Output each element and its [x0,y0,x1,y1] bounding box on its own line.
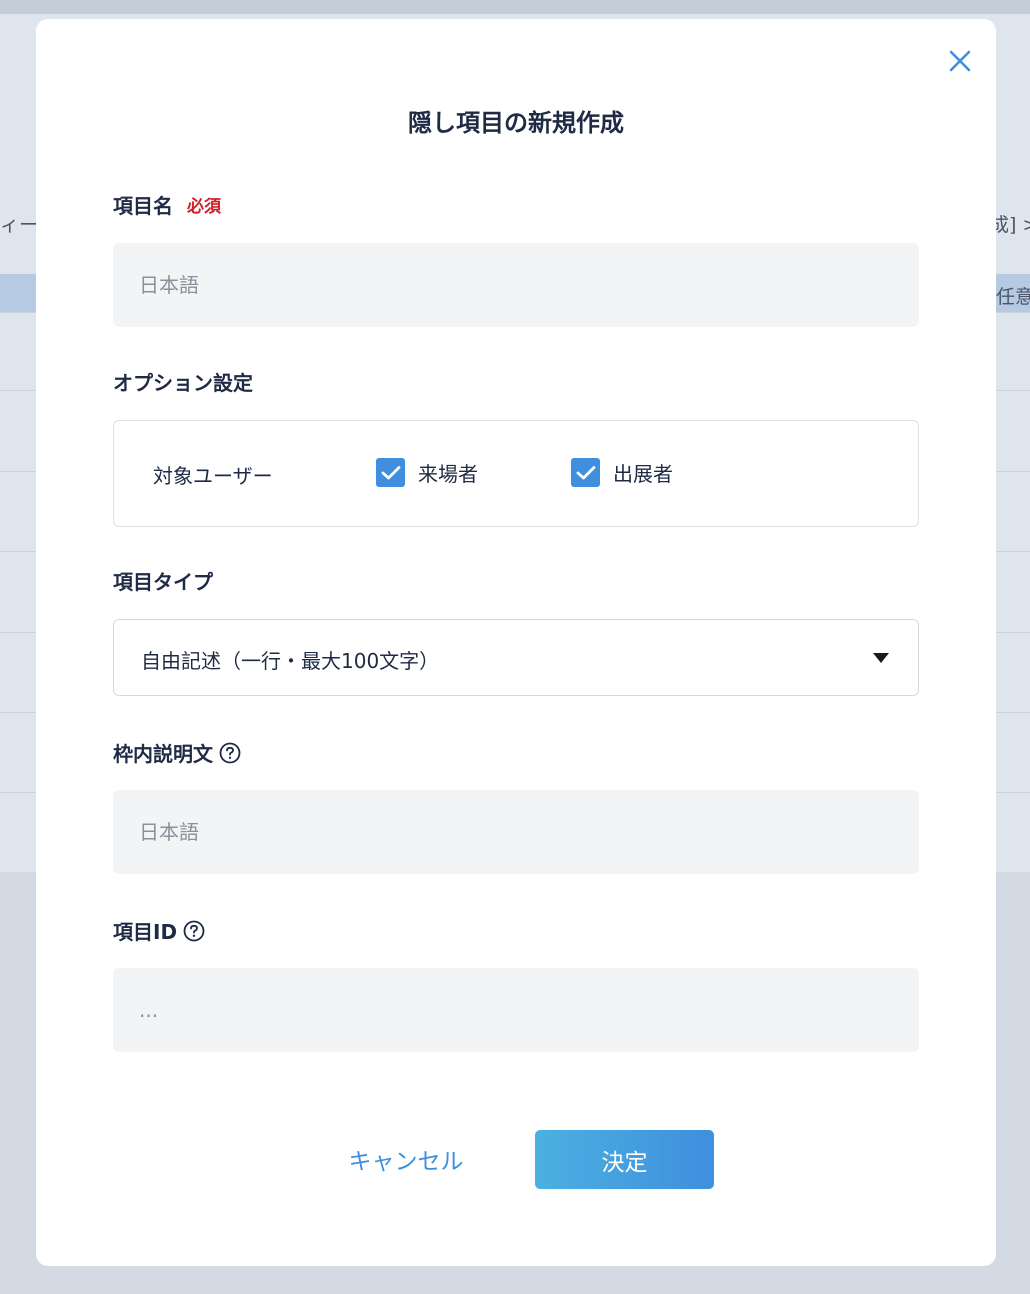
placeholder-text-input[interactable] [113,790,919,874]
check-icon [576,465,595,479]
background-topbar [0,0,1030,14]
close-icon [949,50,971,72]
submit-button[interactable]: 決定 [535,1130,714,1189]
target-users-label: 対象ユーザー [153,464,273,488]
required-badge: 必須 [187,197,221,217]
checkbox-visitor-box[interactable] [376,458,405,487]
field-type-label: 項目タイプ [113,570,213,594]
modal-title: 隠し項目の新規作成 [408,109,624,137]
field-type-selected-value: 自由記述（一行・最大100文字） [141,649,440,673]
options-box: 対象ユーザー 来場者 出展者 [113,420,919,527]
field-id-label: 項目ID [113,920,178,944]
placeholder-text-label: 枠内説明文 [113,742,213,766]
checkbox-visitor-label: 来場者 [418,462,478,486]
field-name-label: 項目名 [113,194,173,218]
background-text: 成] > [990,214,1030,236]
field-id-label-row: 項目ID [113,916,205,945]
field-type-select[interactable]: 自由記述（一行・最大100文字） [113,619,919,696]
create-hidden-field-modal: 隠し項目の新規作成 項目名 必須 オプション設定 対象ユーザー 来場者 出展者 [36,19,996,1266]
question-circle-icon[interactable] [183,920,205,942]
check-icon [381,465,400,479]
caret-down-icon [873,653,889,663]
checkbox-exhibitor-label: 出展者 [613,462,673,486]
checkbox-visitor[interactable]: 来場者 [376,458,478,487]
cancel-button[interactable]: キャンセル [326,1130,486,1188]
checkbox-exhibitor[interactable]: 出展者 [571,458,673,487]
background-row-highlight [0,274,40,312]
field-name-label-row: 項目名 必須 [113,190,221,219]
background-text: 任意 [996,286,1030,308]
question-circle-icon[interactable] [219,742,241,764]
background-text: ィー [0,214,39,236]
options-label: オプション設定 [113,371,253,395]
field-name-input[interactable] [113,243,919,327]
checkbox-exhibitor-box[interactable] [571,458,600,487]
close-button[interactable] [944,45,976,77]
placeholder-text-label-row: 枠内説明文 [113,738,241,767]
field-id-input[interactable] [113,968,919,1052]
